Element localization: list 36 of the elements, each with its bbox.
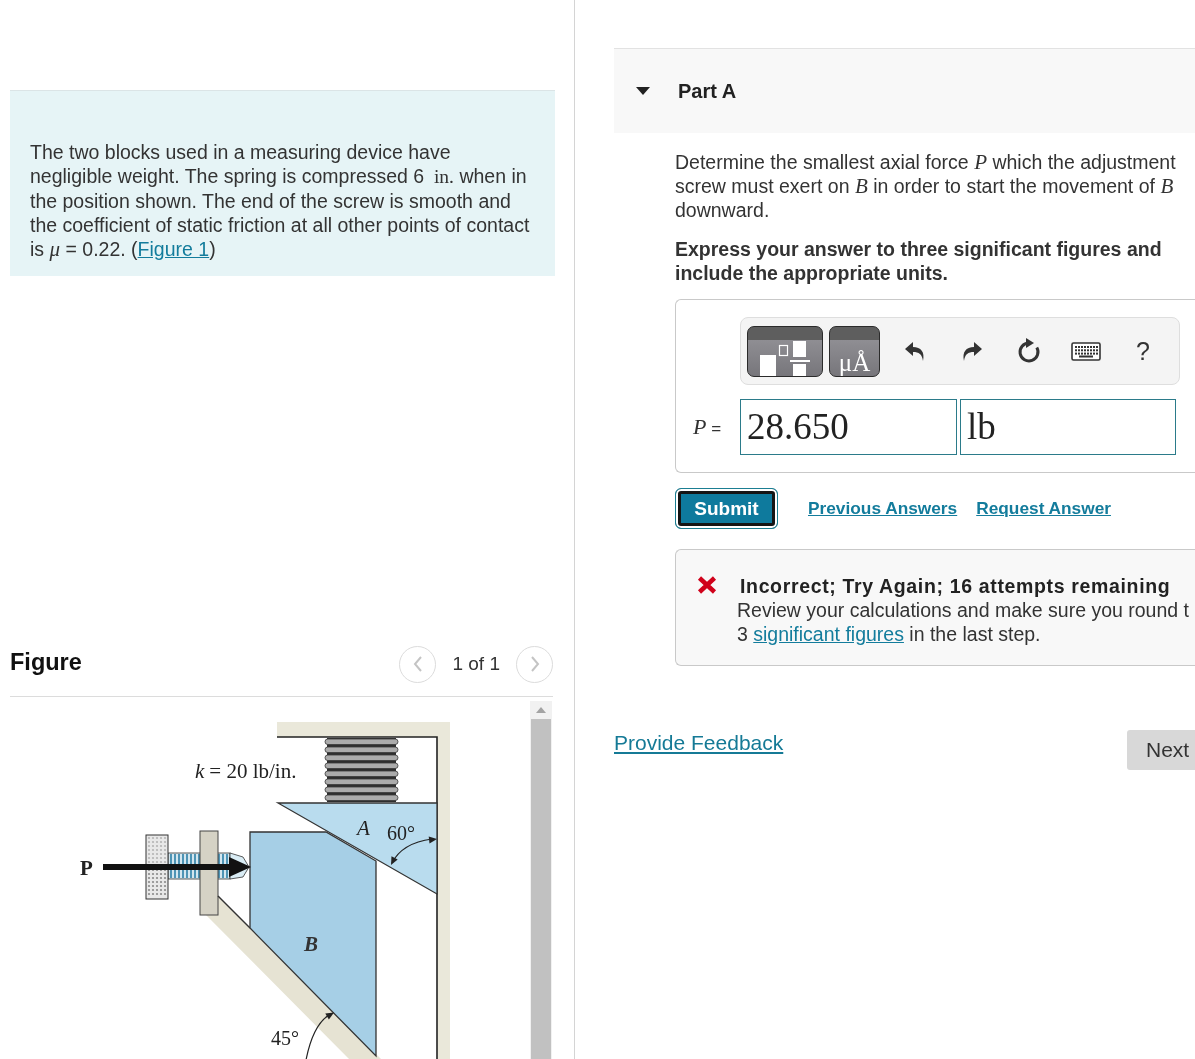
significant-figures-link[interactable]: significant figures (753, 623, 904, 645)
angle-label: 45° (271, 1027, 299, 1049)
reset-icon (1016, 338, 1042, 364)
block-a-label: A (357, 816, 370, 840)
chevron-right-icon (529, 656, 540, 672)
figure-title: Figure (10, 648, 82, 676)
figure-link[interactable]: Figure 1 (137, 238, 210, 260)
feedback-title: Incorrect; Try Again; 16 attempts remaining (739, 574, 1172, 598)
previous-answers-link[interactable]: Previous Answers (808, 498, 958, 519)
fraction-template-icon (760, 340, 810, 376)
chevron-left-icon (412, 656, 423, 672)
submit-button[interactable]: Submit (675, 488, 778, 529)
feedback-message: Review your calculations and make sure you round t 3 significant figures in the last step. (737, 598, 1190, 646)
request-answer-link[interactable]: Request Answer (976, 498, 1111, 519)
redo-icon (961, 340, 983, 362)
answer-value-field[interactable]: 28.650 (740, 399, 957, 455)
scroll-up-icon (536, 707, 546, 713)
templates-button[interactable] (747, 325, 823, 377)
problem-statement: The two blocks used in a measuring device have negligible weight. The spring is compressed 6 in. when in the position shown. The end of the screw is smooth and the coefficient of static friction at all other points of contact is μ = 0.22. (Figure 1) (30, 140, 531, 261)
answer-label: P = (693, 414, 722, 440)
spring-constant-label: k = 20 lb/in. (195, 759, 297, 783)
part-header[interactable]: Part A (614, 48, 1195, 133)
answer-instruction: Express your answer to three significant figures and include the appropriate units. (675, 237, 1163, 285)
angle-arc (305, 1012, 334, 1059)
help-button[interactable]: ? (1127, 335, 1159, 367)
keyboard-icon (1071, 341, 1101, 361)
provide-feedback-link[interactable]: Provide Feedback (614, 730, 784, 755)
answer-unit-field[interactable]: lb (960, 399, 1176, 455)
undo-icon (904, 340, 926, 362)
force-label: P (80, 856, 93, 880)
block-b-label: B (304, 932, 318, 956)
question-text: Determine the smallest axial force P which the adjustment screw must exert on B in order to start the movement of B downward. (675, 150, 1177, 222)
next-button[interactable]: Next (1127, 730, 1195, 770)
page-counter: 1 of 1 (452, 653, 500, 675)
angle-label: 60° (387, 822, 415, 844)
units-button[interactable]: μÅ (829, 325, 880, 377)
